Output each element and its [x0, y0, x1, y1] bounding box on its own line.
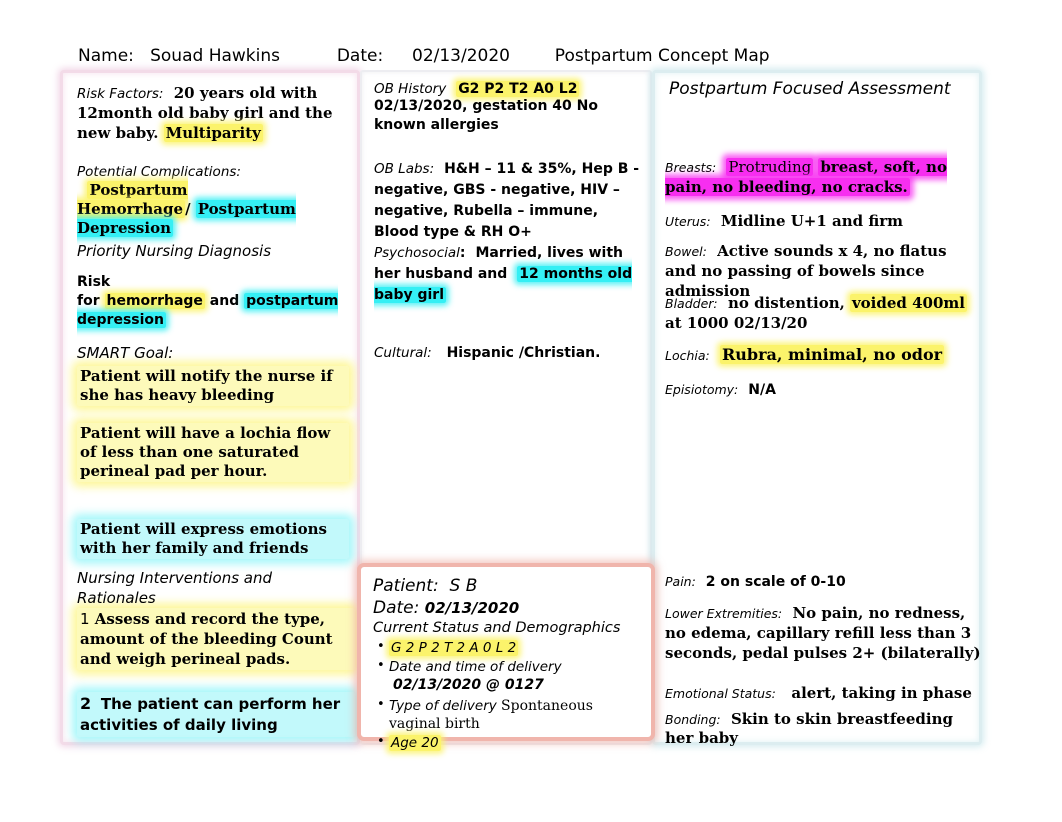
demographics-bullet-list: G 2 P 2 T 2 A 0 L 2 Date and time of del…: [373, 638, 641, 752]
bladder-voided-highlight: voided 400ml: [849, 294, 967, 312]
priority-nursing-diagnosis-block: Priority Nursing Diagnosis Risk for hemo…: [77, 241, 349, 330]
smart-goal-1: Patient will notify the nurse if she has…: [77, 366, 349, 406]
uterus-label: Uterus:: [665, 214, 711, 229]
lower-extremities-label: Lower Extremities:: [665, 606, 783, 621]
ob-history-block: OB History G2 P2 T2 A0 L2 02/13/2020, ge…: [374, 78, 642, 135]
bonding-assessment-row: Bonding: Skin to skin breastfeeding her …: [665, 709, 981, 747]
risk-factors-highlight: Multiparity: [163, 124, 263, 142]
lochia-highlight-text: Rubra, minimal, no odor: [719, 345, 945, 364]
ob-history-label: OB History: [374, 81, 447, 97]
bladder-text-post: at 1000 02/13/20: [665, 314, 808, 332]
bowel-assessment-row: Bowel: Active sounds x 4, no flatus and …: [665, 241, 977, 301]
uterus-text: Midline U+1 and firm: [720, 212, 904, 230]
bullet-delivery-datetime-value: 02/13/2020 @ 0127: [393, 677, 544, 693]
priority-diagnosis-title: Priority Nursing Diagnosis: [77, 242, 272, 260]
bladder-assessment-row: Bladder: no distention, voided 400ml at …: [665, 293, 979, 333]
right-column-panel: Postpartum Focused Assessment Breasts: P…: [652, 70, 982, 747]
breasts-label: Breasts:: [665, 160, 717, 175]
risk-factors-label: Risk Factors:: [77, 86, 164, 102]
page-title: Postpartum Concept Map: [554, 46, 770, 66]
breasts-protruding-highlight: Protruding: [726, 158, 814, 176]
pain-assessment-row: Pain: 2 on scale of 0-10: [665, 571, 977, 590]
smart-goal-3: Patient will express emotions with her f…: [77, 519, 349, 559]
smart-goal-title: SMART Goal:: [77, 344, 174, 362]
cultural-text: Hispanic /Christian.: [446, 345, 601, 361]
lochia-label: Lochia:: [665, 348, 710, 363]
cultural-block: Cultural: Hispanic /Christian.: [374, 342, 646, 361]
episiotomy-assessment-row: Episiotomy: N/A: [665, 379, 977, 398]
breasts-assessment-row: Breasts: Protruding breast, soft, no pai…: [665, 157, 977, 197]
lochia-assessment-row: Lochia: Rubra, minimal, no odor: [665, 345, 977, 364]
emotional-status-assessment-row: Emotional Status: alert, taking in phase: [665, 683, 977, 702]
focused-assessment-title: Postpartum Focused Assessment: [669, 79, 951, 99]
list-item: Type of delivery Spontaneous vaginal bir…: [377, 696, 641, 733]
potential-complications-block: Potential Complications: Postpartum Hemo…: [77, 161, 349, 237]
complication-hemorrhage: Postpartum Hemorrhage: [77, 181, 188, 218]
cultural-label: Cultural:: [374, 345, 432, 361]
pain-label: Pain:: [665, 574, 696, 589]
ob-labs-label: OB Labs:: [374, 161, 435, 177]
bladder-label: Bladder:: [665, 296, 718, 311]
psychosocial-colon: :: [459, 245, 466, 261]
bullet-gravida-para: G 2 P 2 T 2 A 0 L 2: [389, 640, 519, 656]
diagnosis-hemorrhage: hemorrhage: [104, 293, 205, 309]
episiotomy-label: Episiotomy:: [665, 382, 739, 397]
bullet-delivery-datetime-label: Date and time of delivery: [389, 659, 562, 675]
nursing-interventions-block: Nursing Interventions and Rationales 1 A…: [77, 568, 355, 737]
name-label: Name:: [78, 46, 134, 66]
current-status-title: Current Status and Demographics: [373, 620, 621, 636]
ob-labs-block: OB Labs: H&H – 11 & 35%, Hep B - negativ…: [374, 158, 646, 242]
patient-summary-card: Patient: S B Date: 02/13/2020 Current St…: [357, 563, 655, 751]
patient-date-value: 02/13/2020: [424, 599, 520, 617]
uterus-assessment-row: Uterus: Midline U+1 and firm: [665, 211, 977, 230]
smart-goal-block: SMART Goal: Patient will notify the nurs…: [77, 343, 349, 559]
intervention-1-number: 1: [80, 610, 90, 628]
intervention-2-text: The patient can perform her activities o…: [80, 695, 341, 734]
emotional-status-text: alert, taking in phase: [791, 684, 972, 702]
left-column-panel: Risk Factors: 20 years old with 12month …: [60, 70, 360, 745]
intervention-2-number: 2: [80, 694, 92, 713]
lower-extremities-assessment-row: Lower Extremities: No pain, no redness, …: [665, 603, 981, 663]
episiotomy-text: N/A: [748, 382, 776, 398]
interventions-title: Nursing Interventions and Rationales: [77, 569, 273, 607]
list-item: Age 20: [377, 733, 641, 752]
smart-goal-2: Patient will have a lochia flow of less …: [77, 423, 349, 482]
psychosocial-block: Psychosocial: Married, lives with her hu…: [374, 242, 646, 303]
potential-complications-label: Potential Complications:: [77, 164, 241, 180]
date-value: 02/13/2020: [412, 46, 510, 66]
name-value: Souad Hawkins: [150, 46, 280, 66]
patient-date-label: Date:: [373, 598, 420, 618]
concept-map-grid: Risk Factors: 20 years old with 12month …: [60, 70, 982, 751]
ob-history-text: 02/13/2020, gestation 40 No known allerg…: [374, 98, 598, 133]
list-item: G 2 P 2 T 2 A 0 L 2: [377, 638, 641, 657]
pain-text: 2 on scale of 0-10: [705, 574, 846, 590]
patient-label: Patient:: [373, 576, 439, 596]
ob-history-gravida-para: G2 P2 T2 A0 L2: [456, 81, 580, 97]
bladder-text-pre: no distention,: [727, 294, 845, 312]
bowel-label: Bowel:: [665, 244, 707, 259]
bullet-delivery-type-label: Type of delivery: [389, 698, 497, 714]
bullet-age: Age 20: [389, 735, 441, 751]
intervention-1-text: Assess and record the type, amount of th…: [80, 610, 333, 668]
psychosocial-label: Psychosocial: [374, 245, 460, 261]
date-label: Date:: [336, 46, 384, 66]
risk-factors-block: Risk Factors: 20 years old with 12month …: [77, 83, 349, 143]
patient-value: S B: [449, 576, 478, 596]
bowel-text: Active sounds x 4, no flatus and no pass…: [665, 242, 947, 300]
document-header: Name: Souad Hawkins Date: 02/13/2020 Pos…: [78, 44, 978, 68]
bonding-label: Bonding:: [665, 712, 721, 727]
list-item: Date and time of delivery 02/13/2020 @ 0…: [377, 657, 641, 694]
diagnosis-conjunction: and: [209, 293, 240, 309]
emotional-status-label: Emotional Status:: [665, 686, 776, 701]
